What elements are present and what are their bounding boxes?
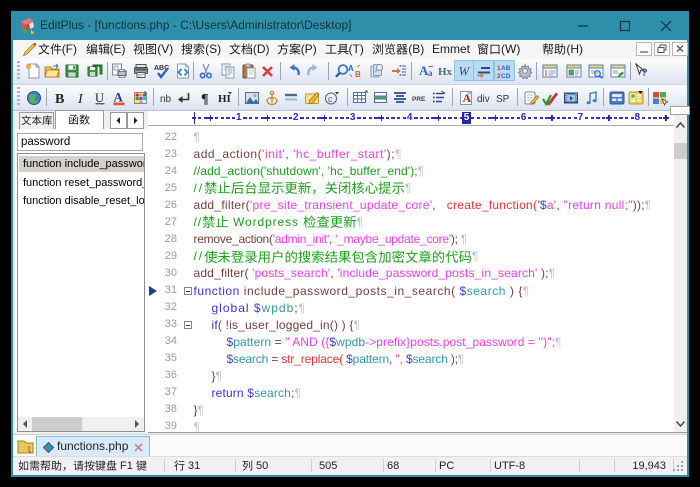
svg-text:div: div (477, 94, 490, 105)
svg-text:¶: ¶ (201, 92, 209, 106)
svg-text:W: W (459, 64, 471, 79)
svg-text:c: c (328, 94, 333, 104)
svg-text:nb: nb (160, 94, 172, 105)
svg-text:A: A (114, 90, 124, 105)
svg-text:U: U (95, 91, 104, 105)
svg-text:Hx: Hx (438, 66, 453, 78)
svg-text:CD: CD (501, 73, 511, 79)
svg-text:B: B (355, 70, 361, 79)
svg-text:PRE: PRE (412, 96, 426, 103)
svg-text:SP: SP (496, 94, 510, 105)
svg-text:A: A (348, 64, 354, 73)
svg-text:B: B (55, 92, 64, 106)
svg-text:?: ? (641, 67, 648, 79)
svg-text:a: a (428, 68, 433, 78)
svg-text:I: I (77, 92, 84, 106)
svg-text:AB: AB (501, 65, 511, 72)
svg-text:HI: HI (218, 93, 231, 105)
